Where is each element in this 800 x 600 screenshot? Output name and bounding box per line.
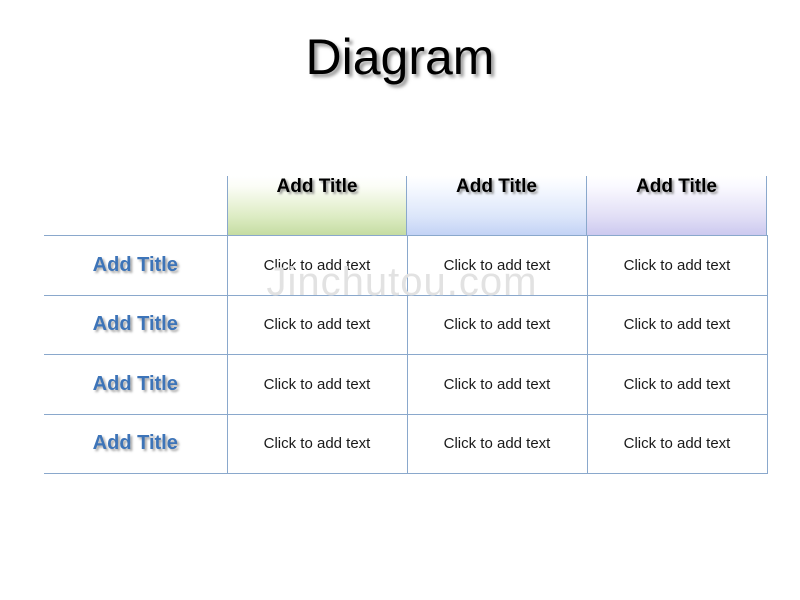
row-2-label[interactable]: Add Title [44, 294, 228, 355]
row-4-cell-2[interactable]: Click to add text [407, 413, 588, 474]
row-2-cell-1[interactable]: Click to add text [227, 294, 408, 355]
row-3-cell-3[interactable]: Click to add text [587, 354, 768, 414]
column-header-2-label[interactable]: Add Title [407, 176, 587, 235]
row-4-cell-3[interactable]: Click to add text [587, 413, 768, 474]
table-row: Add Title Click to add text Click to add… [44, 354, 768, 414]
row-1-label[interactable]: Add Title [44, 235, 228, 295]
column-header-1-label[interactable]: Add Title [227, 176, 407, 235]
table-row: Add Title Click to add text Click to add… [44, 235, 768, 295]
row-4-label[interactable]: Add Title [44, 413, 228, 474]
table-header-row: Add Title Add Title Add Title [44, 176, 767, 236]
row-4-cell-1[interactable]: Click to add text [227, 413, 408, 474]
table-row: Add Title Click to add text Click to add… [44, 294, 768, 355]
column-header-1[interactable]: Add Title [227, 176, 407, 236]
row-2-cell-2[interactable]: Click to add text [407, 294, 588, 355]
column-header-2[interactable]: Add Title [407, 176, 587, 236]
diagram-table: Add Title Add Title Add Title Add Title … [44, 176, 768, 474]
column-header-3[interactable]: Add Title [587, 176, 767, 236]
row-3-label[interactable]: Add Title [44, 354, 228, 414]
row-3-cell-2[interactable]: Click to add text [407, 354, 588, 414]
slide-title: Diagram [305, 29, 495, 85]
row-3-cell-1[interactable]: Click to add text [227, 354, 408, 414]
diagram-grid: Add Title Add Title Add Title Add Title … [44, 176, 768, 474]
row-1-cell-2[interactable]: Click to add text [407, 235, 588, 295]
row-1-cell-1[interactable]: Click to add text [227, 235, 408, 295]
row-2-cell-3[interactable]: Click to add text [587, 294, 768, 355]
table-corner-cell [44, 176, 227, 236]
column-header-3-label[interactable]: Add Title [587, 176, 767, 235]
table-row: Add Title Click to add text Click to add… [44, 413, 768, 474]
row-1-cell-3[interactable]: Click to add text [587, 235, 768, 295]
